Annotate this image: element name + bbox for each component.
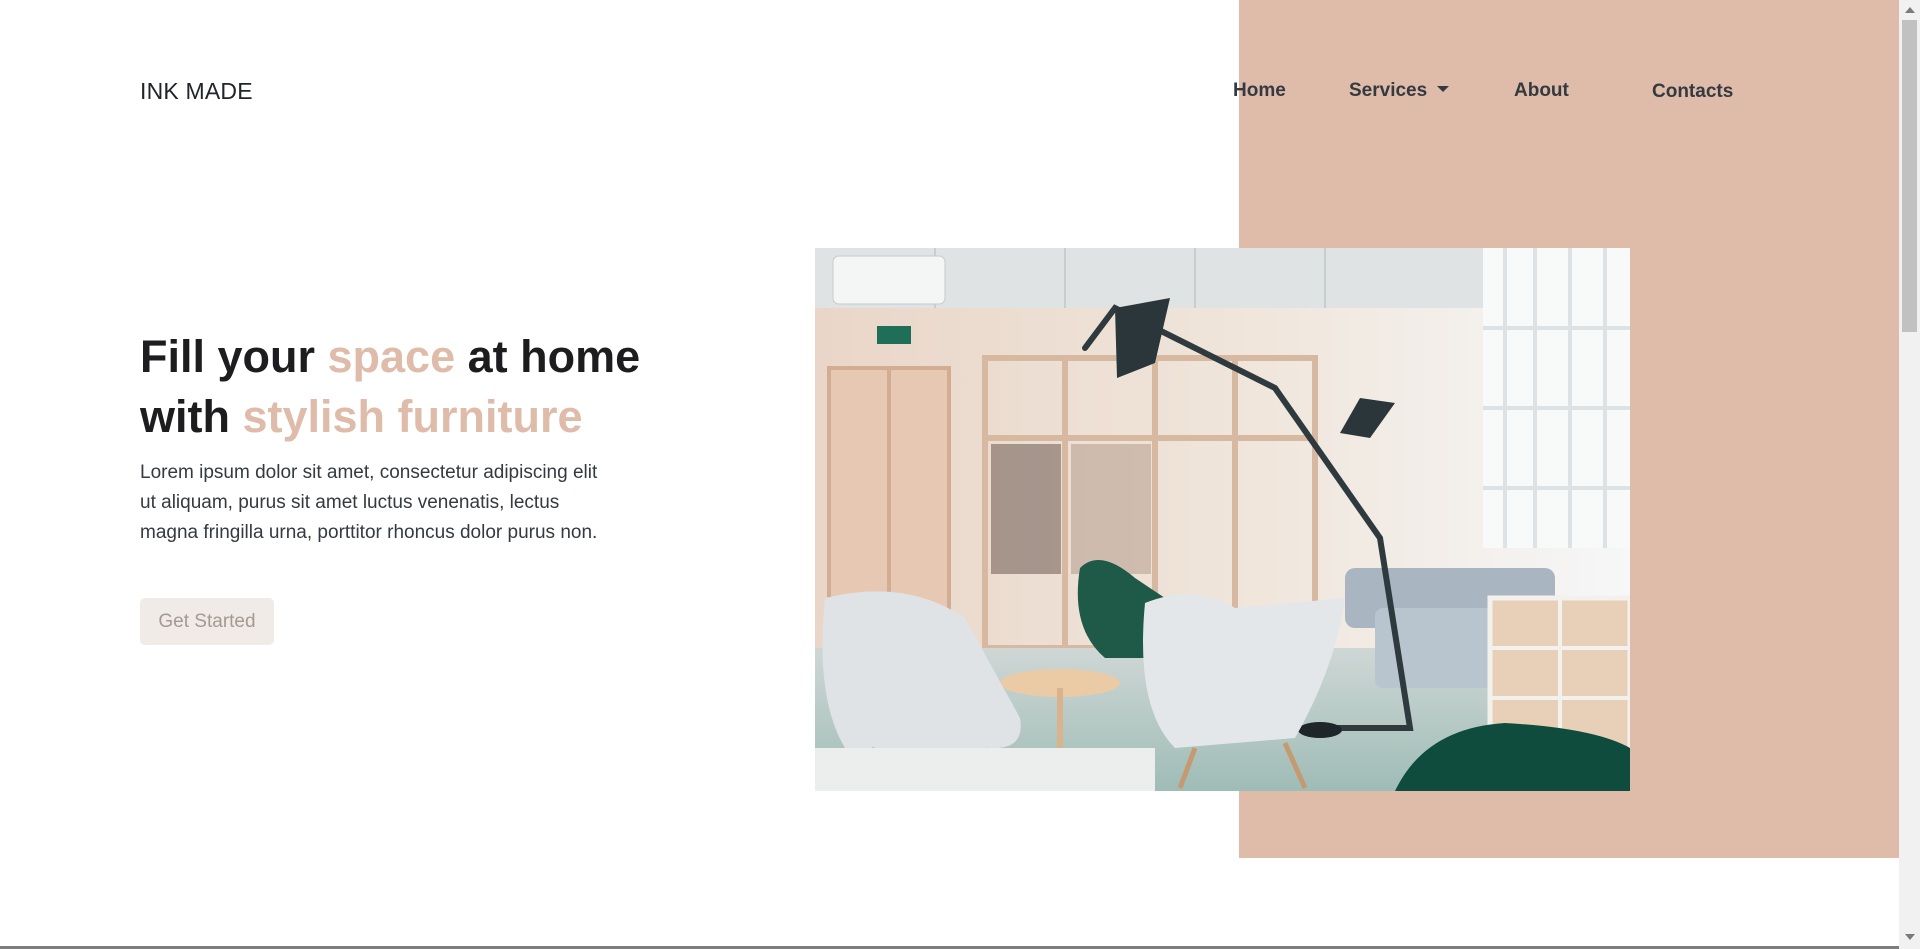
nav-home-link[interactable]: Home — [1233, 80, 1286, 102]
main-nav: Home Services About Contacts — [0, 80, 1920, 110]
nav-services-dropdown[interactable]: Services — [1349, 80, 1450, 102]
get-started-button[interactable]: Get Started — [140, 598, 274, 645]
nav-contacts-link[interactable]: Contacts — [1652, 81, 1733, 103]
hero-title-part1: Fill your — [140, 331, 328, 382]
nav-services-label: Services — [1349, 80, 1428, 101]
nav-about-link[interactable]: About — [1514, 80, 1569, 102]
scrollbar-thumb[interactable] — [1902, 20, 1917, 332]
hero-description: Lorem ipsum dolor sit amet, consectetur … — [140, 462, 598, 543]
caret-down-icon — [1437, 86, 1450, 92]
nav-about-label: About — [1514, 80, 1569, 101]
arrow-up-icon[interactable] — [1905, 7, 1915, 13]
hero-interior-image — [815, 248, 1630, 791]
hero-title: Fill your space at home with stylish furn… — [140, 327, 640, 447]
hero-title-accent-furniture: stylish furniture — [242, 391, 583, 442]
hero-title-part3: with — [140, 391, 243, 442]
hero-title-part2: at home — [455, 331, 641, 382]
nav-home-label: Home — [1233, 80, 1286, 101]
nav-contacts-label: Contacts — [1652, 81, 1734, 102]
arrow-down-icon[interactable] — [1905, 934, 1915, 940]
vertical-scrollbar[interactable] — [1899, 0, 1920, 949]
hero-title-accent-space: space — [327, 331, 456, 382]
